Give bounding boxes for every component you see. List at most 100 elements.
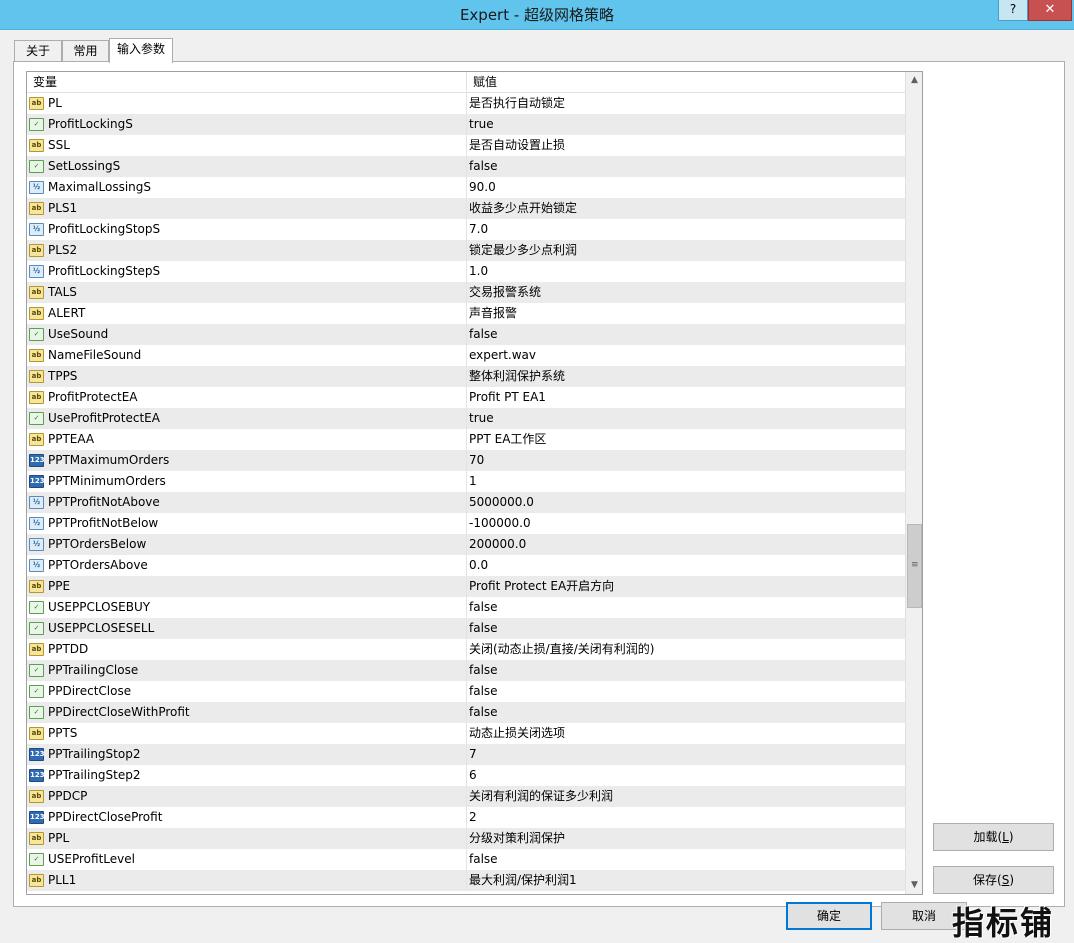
help-button[interactable]: ? <box>998 0 1028 21</box>
row-value[interactable]: false <box>469 702 498 723</box>
row-divider <box>466 219 467 240</box>
table-row[interactable]: ✓ SetLossingS false <box>27 156 906 177</box>
row-value[interactable]: 是否自动设置止损 <box>469 135 565 156</box>
table-row[interactable]: ab PLS1 收益多少点开始锁定 <box>27 198 906 219</box>
row-value[interactable]: 关闭(动态止损/直接/关闭有利润的) <box>469 639 654 660</box>
row-value[interactable]: 7.0 <box>469 219 488 240</box>
row-value[interactable]: 90.0 <box>469 177 496 198</box>
row-value[interactable]: 1 <box>469 471 477 492</box>
integer-type-icon: 123 <box>29 769 45 782</box>
row-value[interactable]: 7 <box>469 744 477 765</box>
double-type-icon: ½ <box>29 538 44 551</box>
row-value[interactable]: 200000.0 <box>469 534 526 555</box>
vertical-scrollbar[interactable]: ▲ ≡ ▼ <box>905 72 922 894</box>
row-value[interactable]: true <box>469 114 494 135</box>
table-row[interactable]: ✓ USEPPCLOSEBUY false <box>27 597 906 618</box>
table-row[interactable]: ½ PPTProfitNotAbove 5000000.0 <box>27 492 906 513</box>
table-row[interactable]: ab PPE Profit Protect EA开启方向 <box>27 576 906 597</box>
row-value[interactable]: Profit Protect EA开启方向 <box>469 576 614 597</box>
table-row[interactable]: ✓ ProfitLockingS true <box>27 114 906 135</box>
load-button[interactable]: 加载(L) <box>933 823 1054 851</box>
row-value[interactable]: false <box>469 156 498 177</box>
table-row[interactable]: ½ PPTProfitNotBelow -100000.0 <box>27 513 906 534</box>
table-row[interactable]: ✓ PPDirectCloseWithProfit false <box>27 702 906 723</box>
row-value[interactable]: 1.0 <box>469 261 488 282</box>
table-row[interactable]: ½ PPTOrdersBelow 200000.0 <box>27 534 906 555</box>
table-row[interactable]: ½ PPTOrdersAbove 0.0 <box>27 555 906 576</box>
save-button[interactable]: 保存(S) <box>933 866 1054 894</box>
row-value[interactable]: 6 <box>469 765 477 786</box>
table-row[interactable]: ab PPTDD 关闭(动态止损/直接/关闭有利润的) <box>27 639 906 660</box>
row-value[interactable]: false <box>469 597 498 618</box>
table-row[interactable]: 123 PPTMaximumOrders 70 <box>27 450 906 471</box>
table-row[interactable]: ✓ USEPPCLOSESELL false <box>27 618 906 639</box>
tab-about[interactable]: 关于 <box>14 40 62 62</box>
table-row[interactable]: ab PPTEAA PPT EA工作区 <box>27 429 906 450</box>
row-value[interactable]: false <box>469 681 498 702</box>
table-row[interactable]: ab TALS 交易报警系统 <box>27 282 906 303</box>
table-row[interactable]: 123 PPTrailingStep2 6 <box>27 765 906 786</box>
row-value[interactable]: false <box>469 324 498 345</box>
row-value[interactable]: Profit PT EA1 <box>469 387 546 408</box>
table-row[interactable]: ab PLL1 最大利润/保护利润1 <box>27 870 906 891</box>
row-divider <box>466 702 467 723</box>
row-value[interactable]: PPT EA工作区 <box>469 429 546 450</box>
table-row[interactable]: ✓ PPDirectClose false <box>27 681 906 702</box>
scroll-down-icon[interactable]: ▼ <box>906 877 922 894</box>
row-value[interactable]: 最大利润/保护利润1 <box>469 870 577 891</box>
string-type-icon: ab <box>29 307 44 320</box>
row-value[interactable]: 0.0 <box>469 555 488 576</box>
row-value[interactable]: 交易报警系统 <box>469 282 541 303</box>
table-row[interactable]: ✓ UseProfitProtectEA true <box>27 408 906 429</box>
table-row[interactable]: ab SSL 是否自动设置止损 <box>27 135 906 156</box>
row-value[interactable]: 动态止损关闭选项 <box>469 723 565 744</box>
table-row[interactable]: ½ MaximalLossingS 90.0 <box>27 177 906 198</box>
header-value[interactable]: 赋值 <box>467 72 906 93</box>
row-value[interactable]: 收益多少点开始锁定 <box>469 198 577 219</box>
scroll-up-icon[interactable]: ▲ <box>906 72 922 89</box>
table-row[interactable]: ✓ USEProfitLevel false <box>27 849 906 870</box>
row-value[interactable]: 分级对策利润保护 <box>469 828 565 849</box>
table-row[interactable]: ab PPDCP 关闭有利润的保证多少利润 <box>27 786 906 807</box>
table-row[interactable]: ✓ PPTrailingClose false <box>27 660 906 681</box>
table-row[interactable]: 123 PPDirectCloseProfit 2 <box>27 807 906 828</box>
table-row[interactable]: ab PPL 分级对策利润保护 <box>27 828 906 849</box>
table-row[interactable]: ✓ UseSound false <box>27 324 906 345</box>
row-divider <box>466 786 467 807</box>
close-button[interactable]: ✕ <box>1028 0 1072 21</box>
row-divider <box>466 639 467 660</box>
row-value[interactable]: -100000.0 <box>469 513 531 534</box>
row-value[interactable]: true <box>469 408 494 429</box>
row-value[interactable]: 2 <box>469 807 477 828</box>
tab-common[interactable]: 常用 <box>62 40 109 62</box>
table-row[interactable]: 123 PPTrailingStop2 7 <box>27 744 906 765</box>
ok-button[interactable]: 确定 <box>786 902 872 930</box>
row-value[interactable]: 声音报警 <box>469 303 517 324</box>
table-row[interactable]: ab NameFileSound expert.wav <box>27 345 906 366</box>
row-value[interactable]: expert.wav <box>469 345 536 366</box>
table-row[interactable]: ab PLS2 锁定最少多少点利润 <box>27 240 906 261</box>
table-row[interactable]: ab ProfitProtectEA Profit PT EA1 <box>27 387 906 408</box>
row-value[interactable]: false <box>469 849 498 870</box>
table-row[interactable]: ab PL 是否执行自动锁定 <box>27 93 906 114</box>
row-value[interactable]: false <box>469 660 498 681</box>
row-value[interactable]: 关闭有利润的保证多少利润 <box>469 786 613 807</box>
row-value[interactable]: false <box>469 618 498 639</box>
table-row[interactable]: ½ ProfitLockingStepS 1.0 <box>27 261 906 282</box>
row-divider <box>466 345 467 366</box>
table-row[interactable]: ab TPPS 整体利润保护系统 <box>27 366 906 387</box>
table-row[interactable]: 123 PPTMinimumOrders 1 <box>27 471 906 492</box>
scroll-thumb[interactable]: ≡ <box>907 524 922 608</box>
table-row[interactable]: ½ ProfitLockingStopS 7.0 <box>27 219 906 240</box>
row-value[interactable]: 5000000.0 <box>469 492 534 513</box>
row-value[interactable]: 是否执行自动锁定 <box>469 93 565 114</box>
table-row[interactable]: ab PPTS 动态止损关闭选项 <box>27 723 906 744</box>
tab-inputs[interactable]: 输入参数 <box>109 38 173 63</box>
table-row[interactable]: ab ALERT 声音报警 <box>27 303 906 324</box>
row-value[interactable]: 70 <box>469 450 484 471</box>
header-variable[interactable]: 变量 <box>27 72 466 93</box>
row-value[interactable]: 锁定最少多少点利润 <box>469 240 577 261</box>
row-value[interactable]: 整体利润保护系统 <box>469 366 565 387</box>
integer-type-icon: 123 <box>29 748 45 761</box>
row-variable-name: SetLossingS <box>48 159 121 173</box>
